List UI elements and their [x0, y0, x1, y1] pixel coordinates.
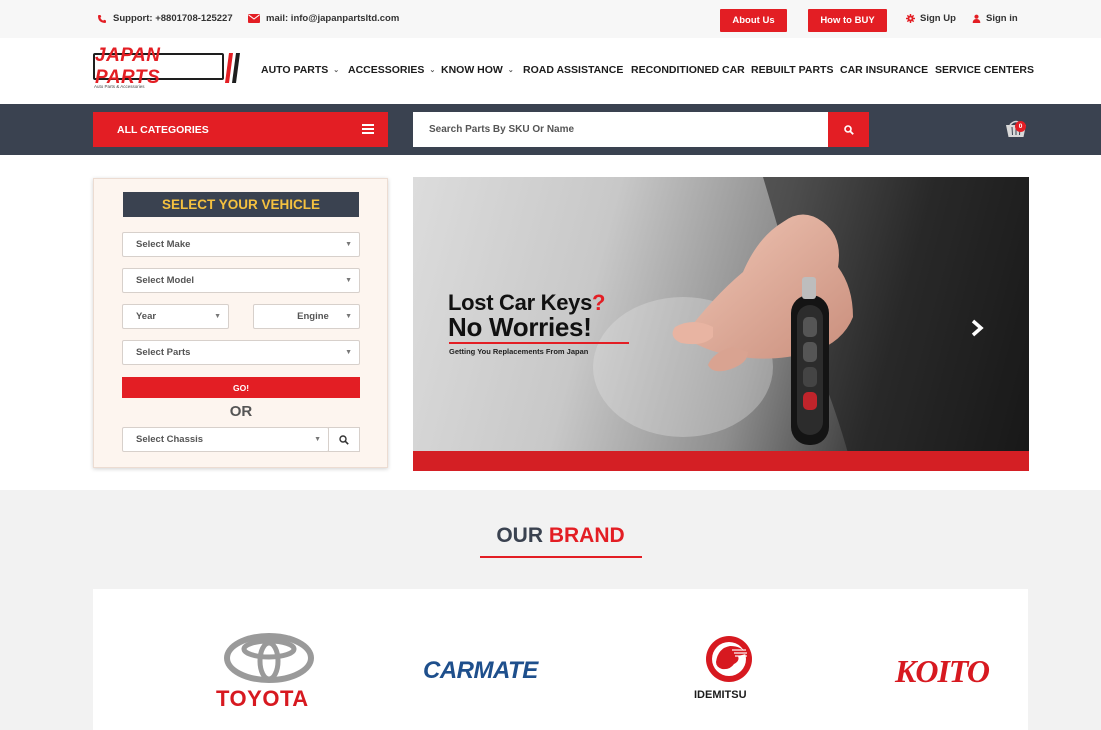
nav-rebuilt-parts[interactable]: REBUILT PARTS [751, 64, 833, 76]
brand-idemitsu[interactable]: IDEMITSU [694, 689, 747, 701]
mail-text: mail: info@japanpartsltd.com [266, 13, 400, 24]
select-year-value: Year [136, 311, 157, 322]
nav-accessories[interactable]: ACCESSORIES ⌄ [348, 64, 435, 76]
brands-carousel: TOYOTA CARMATE IDEMITSU KOITO [93, 589, 1028, 730]
brands-title-dark: OUR [496, 524, 543, 547]
menu-icon [362, 124, 374, 134]
brands-title-underline [480, 556, 642, 558]
brands-title: OUR BRAND [0, 524, 1101, 548]
go-button[interactable]: GO! [122, 377, 360, 398]
phone-icon [98, 14, 106, 23]
idemitsu-logo-icon [706, 636, 752, 682]
brand-toyota[interactable]: TOYOTA [216, 686, 309, 712]
toyota-logo-icon [224, 633, 314, 683]
cart-count-badge: 0 [1015, 121, 1026, 132]
banner-subtitle: Getting You Replacements From Japan [449, 347, 589, 356]
logo-stripes-icon [225, 53, 240, 83]
nav-label: CAR INSURANCE [840, 64, 929, 76]
select-parts-dropdown[interactable]: Select Parts ▼ [122, 340, 360, 365]
select-model-value: Select Model [136, 275, 195, 286]
or-divider: OR [229, 403, 253, 420]
logo-box: JAPAN PARTS [93, 45, 224, 88]
nav-label: AUTO PARTS [261, 64, 329, 76]
nav-label: ROAD ASSISTANCE [523, 64, 624, 76]
mail-icon [248, 14, 260, 23]
select-chassis-value: Select Chassis [136, 434, 204, 445]
gear-icon [906, 14, 915, 23]
all-categories-button[interactable]: ALL CATEGORIES [93, 112, 388, 147]
sign-up-label: Sign Up [920, 13, 956, 24]
nav-label: KNOW HOW [441, 64, 503, 76]
nav-car-insurance[interactable]: CAR INSURANCE [840, 64, 928, 76]
select-make-value: Select Make [136, 239, 191, 250]
search-icon [339, 434, 349, 445]
dropdown-arrow-icon: ▼ [314, 436, 321, 443]
select-year-dropdown[interactable]: Year ▼ [122, 304, 229, 329]
banner-divider [449, 342, 629, 344]
chassis-search-button[interactable] [328, 427, 360, 452]
brand-carmate[interactable]: CARMATE [423, 657, 538, 685]
top-bar: Support: +8801708-125227 mail: info@japa… [0, 0, 1101, 38]
support-contact[interactable]: Support: +8801708-125227 [97, 13, 233, 24]
search-icon [843, 124, 854, 135]
select-make-dropdown[interactable]: Select Make ▼ [122, 232, 360, 257]
select-parts-value: Select Parts [136, 347, 191, 358]
nav-reconditioned-car[interactable]: RECONDITIONED CAR [631, 64, 745, 76]
dropdown-arrow-icon: ▼ [345, 277, 352, 284]
select-model-dropdown[interactable]: Select Model ▼ [122, 268, 360, 293]
nav-label: SERVICE CENTERS [935, 64, 1034, 76]
brand-koito[interactable]: KOITO [895, 653, 990, 690]
search-input[interactable] [413, 112, 828, 147]
logo-text: JAPAN PARTS [95, 44, 161, 88]
chevron-right-icon[interactable] [970, 319, 984, 337]
search-button[interactable] [828, 112, 869, 147]
sign-in-link[interactable]: Sign in [972, 13, 1018, 24]
banner-question-mark: ? [592, 290, 606, 315]
support-text: Support: +8801708-125227 [113, 13, 233, 24]
select-engine-value: Engine [297, 311, 329, 322]
dropdown-arrow-icon: ▼ [345, 313, 352, 320]
nav-label: RECONDITIONED CAR [631, 64, 745, 76]
how-to-buy-button[interactable]: How to BUY [808, 9, 887, 32]
user-icon [972, 14, 981, 23]
chevron-down-icon: ⌄ [333, 67, 340, 74]
brands-title-red: BRAND [548, 524, 625, 547]
sign-up-link[interactable]: Sign Up [906, 13, 956, 24]
site-logo[interactable]: JAPAN PARTS Auto Parts & Accessories [93, 45, 243, 93]
banner-headline-2: No Worries! [448, 312, 592, 342]
nav-service-centers[interactable]: SERVICE CENTERS [935, 64, 1034, 76]
nav-auto-parts[interactable]: AUTO PARTS ⌄ [261, 64, 339, 76]
about-us-button[interactable]: About Us [720, 9, 787, 32]
hero-banner[interactable]: Lost Car Keys? No Worries! Getting You R… [413, 177, 1029, 471]
dropdown-arrow-icon: ▼ [214, 313, 221, 320]
nav-road-assistance[interactable]: ROAD ASSISTANCE [523, 64, 623, 76]
sign-in-label: Sign in [986, 13, 1018, 24]
dropdown-arrow-icon: ▼ [345, 241, 352, 248]
chevron-down-icon: ⌄ [429, 67, 436, 74]
nav-label: ACCESSORIES [348, 64, 425, 76]
chevron-down-icon: ⌄ [507, 67, 514, 74]
all-categories-label: ALL CATEGORIES [117, 123, 209, 136]
nav-label: REBUILT PARTS [751, 64, 834, 76]
logo-tagline: Auto Parts & Accessories [94, 84, 145, 89]
banner-red-strip [413, 451, 1029, 471]
mail-contact[interactable]: mail: info@japanpartsltd.com [248, 13, 399, 24]
nav-know-how[interactable]: KNOW HOW ⌄ [441, 64, 514, 76]
select-chassis-dropdown[interactable]: Select Chassis ▼ [122, 427, 329, 452]
dropdown-arrow-icon: ▼ [345, 349, 352, 356]
select-engine-dropdown[interactable]: Engine ▼ [253, 304, 360, 329]
vehicle-selector-title: SELECT YOUR VEHICLE [123, 192, 359, 217]
